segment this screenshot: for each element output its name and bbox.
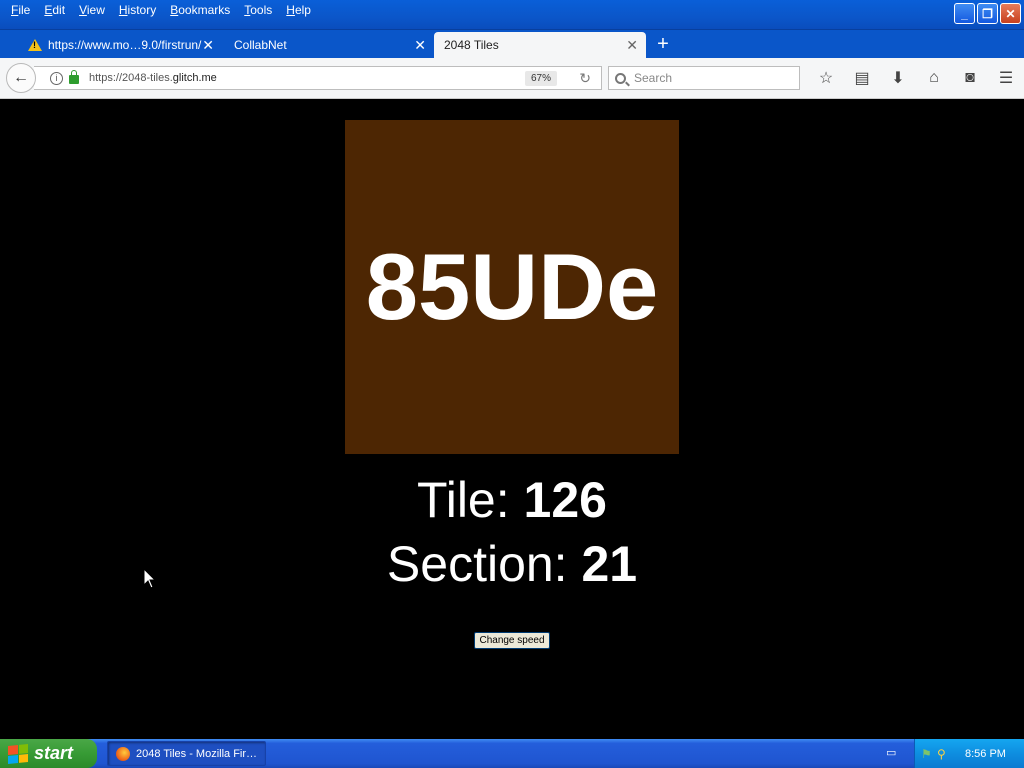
tab-label: https://www.mo…9.0/firstrun/ <box>48 38 202 52</box>
page-content: 85UDe Tile: 126 Section: 21 Change speed <box>0 99 1024 739</box>
close-window-button[interactable]: ✕ <box>1000 3 1021 24</box>
menu-history[interactable]: History <box>112 2 163 20</box>
lock-icon[interactable] <box>69 70 79 84</box>
restore-button[interactable]: ❐ <box>977 3 998 24</box>
toolbar-icons: ☆ ▤ ⬇ ⌂ ◙ ☰ <box>808 66 1024 90</box>
tile-counter-value: 126 <box>523 472 607 528</box>
taskbar-item-label: 2048 Tiles - Mozilla Fir… <box>136 747 258 760</box>
firefox-icon <box>116 746 130 761</box>
new-tab-button[interactable]: + <box>652 33 674 55</box>
info-icon[interactable]: i <box>50 71 63 85</box>
search-bar[interactable]: Search <box>608 66 800 90</box>
menu-view[interactable]: View <box>72 2 112 20</box>
url-domain: glitch.me <box>172 72 217 84</box>
reading-list-icon[interactable]: ▤ <box>844 66 880 90</box>
menu-help[interactable]: Help <box>279 2 318 20</box>
url-text[interactable]: https://2048-tiles.glitch.me <box>89 72 217 84</box>
tile-label: 85UDe <box>365 234 659 339</box>
tab-close-icon[interactable]: ✕ <box>202 37 214 54</box>
search-icon <box>615 72 626 84</box>
start-label: start <box>34 743 74 763</box>
windows-logo-icon <box>8 743 28 764</box>
network-icon[interactable]: ⚑ <box>921 747 935 761</box>
menu-bar: File Edit View History Bookmarks Tools H… <box>4 2 318 20</box>
section-counter-label: Section: <box>386 536 582 592</box>
taskbar: start 2048 Tiles - Mozilla Fir… ▭ ⚑ ⚲ 8:… <box>0 739 1024 768</box>
hamburger-menu-icon[interactable]: ☰ <box>988 66 1024 90</box>
tab-close-icon[interactable]: ✕ <box>626 37 638 54</box>
back-arrow-icon: ← <box>13 69 29 86</box>
tab-collabnet[interactable]: CollabNet ✕ <box>224 32 434 58</box>
keyboard-icon[interactable]: ▭ <box>886 746 902 760</box>
system-tray: ⚑ ⚲ 8:56 PM <box>914 739 1024 768</box>
tab-close-icon[interactable]: ✕ <box>414 37 426 54</box>
tile-counter-label: Tile: <box>417 472 524 528</box>
bookmark-star-icon[interactable]: ☆ <box>808 66 844 90</box>
minimize-button[interactable]: _ <box>954 3 975 24</box>
tab-firstrun[interactable]: https://www.mo…9.0/firstrun/ ✕ <box>18 32 222 58</box>
url-prefix: https://2048-tiles. <box>89 72 173 84</box>
change-speed-button[interactable]: Change speed <box>474 632 550 649</box>
pocket-icon[interactable]: ◙ <box>952 66 988 90</box>
section-counter-value: 21 <box>581 536 638 592</box>
navigation-bar: i https://2048-tiles.glitch.me 67% ↻ ← S… <box>0 58 1024 99</box>
tab-strip: https://www.mo…9.0/firstrun/ ✕ CollabNet… <box>0 30 1024 58</box>
clock: 8:56 PM <box>965 747 1006 760</box>
tab-label: CollabNet <box>234 38 287 52</box>
warning-icon <box>28 39 42 51</box>
zoom-badge[interactable]: 67% <box>524 71 557 86</box>
magnifier-icon[interactable]: ⚲ <box>937 747 951 761</box>
start-button[interactable]: start <box>0 739 97 768</box>
menu-tools[interactable]: Tools <box>237 2 279 20</box>
download-icon[interactable]: ⬇ <box>880 66 916 90</box>
back-button[interactable]: ← <box>6 63 36 93</box>
menu-bookmarks[interactable]: Bookmarks <box>163 2 237 20</box>
reload-icon[interactable]: ↻ <box>579 70 591 87</box>
home-icon[interactable]: ⌂ <box>916 66 952 90</box>
tab-label: 2048 Tiles <box>444 38 499 52</box>
url-bar[interactable]: i https://2048-tiles.glitch.me 67% ↻ <box>34 66 602 90</box>
search-placeholder: Search <box>634 71 673 85</box>
taskbar-item-firefox[interactable]: 2048 Tiles - Mozilla Fir… <box>107 741 266 766</box>
window-controls: _ ❐ ✕ <box>954 3 1021 24</box>
tile-counter: Tile: 126 <box>0 471 1024 529</box>
title-bar: File Edit View History Bookmarks Tools H… <box>0 0 1024 30</box>
menu-file[interactable]: File <box>4 2 37 20</box>
tab-2048-tiles[interactable]: 2048 Tiles ✕ <box>434 32 646 58</box>
menu-edit[interactable]: Edit <box>37 2 72 20</box>
tile-square: 85UDe <box>345 120 679 454</box>
